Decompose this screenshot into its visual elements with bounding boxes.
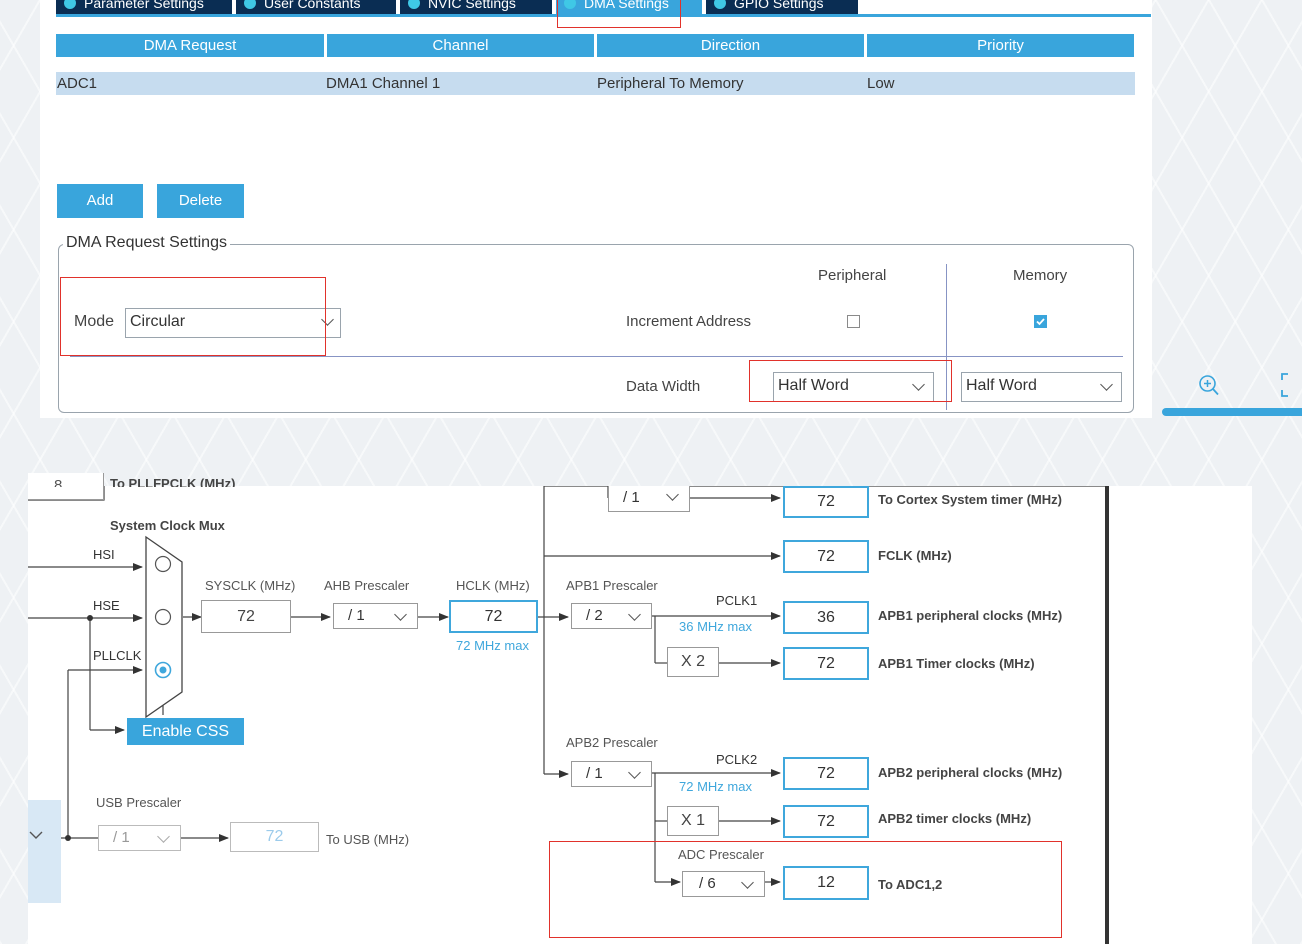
apb2-timer-multiplier: X 1 [667,806,719,836]
cortex-timer-divider-select[interactable]: / 1 [608,486,690,512]
cortex-timer-divider-value: / 1 [623,489,640,506]
check-icon [408,0,420,9]
memory-data-width-select[interactable]: Half Word [961,372,1122,402]
pclk1-max-label: 36 MHz max [679,619,752,634]
apb2-timer-label: APB2 timer clocks (MHz) [878,811,1032,826]
column-header-priority[interactable]: Priority [867,34,1134,57]
increment-peripheral-checkbox[interactable] [847,315,860,328]
dma-tab-highlight [557,0,681,28]
cortex-timer-output-box: 72 [783,486,869,518]
mode-highlight [60,277,326,356]
pllfpclk-label: To PLLFPCLK (MHz) [110,477,236,487]
pllclk-label: PLLCLK [93,648,142,663]
memory-data-width-value: Half Word [966,377,1037,394]
column-header-direction[interactable]: Direction [597,34,864,57]
sysclk-label: SYSCLK (MHz) [205,578,296,593]
apb2-peripheral-label: APB2 peripheral clocks (MHz) [878,765,1063,780]
sysclk-value-box: 72 [201,600,291,633]
cell-channel: DMA1 Channel 1 [326,75,441,92]
tab-nvic-settings[interactable]: NVIC Settings [400,0,552,15]
apb1-prescaler-select[interactable]: / 2 [571,603,652,629]
usb-prescaler-value: / 1 [113,829,130,846]
zoom-in-icon[interactable] [1198,373,1220,397]
cortex-timer-label: To Cortex System timer (MHz) [878,492,1062,507]
hsi-label: HSI [93,547,115,562]
adc-prescaler-highlight [549,841,1062,938]
pclk2-label: PCLK2 [716,752,758,767]
hse-label: HSE [93,598,120,613]
chevron-down-icon [666,488,679,501]
hsi-radio[interactable] [155,556,171,572]
usb-prescaler-select[interactable]: / 1 [98,825,181,851]
apb1-timer-label: APB1 Timer clocks (MHz) [878,656,1035,671]
apb2-peripheral-output-box: 72 [783,757,869,790]
apb2-prescaler-value: / 1 [586,765,603,782]
apb1-peripheral-output-box: 36 [783,601,869,634]
fclk-output-box: 72 [783,540,869,573]
row-divider [70,356,1123,357]
ahb-prescaler-value: / 1 [348,607,365,624]
chevron-down-icon [394,608,407,621]
apb1-prescaler-label: APB1 Prescaler [566,578,658,593]
cell-direction: Peripheral To Memory [597,75,744,92]
increment-address-label: Increment Address [626,313,752,330]
ahb-prescaler-select[interactable]: / 1 [333,603,418,629]
tab-parameter-settings[interactable]: Parameter Settings [56,0,232,15]
fullscreen-icon[interactable] [1280,372,1302,398]
tab-user-constants[interactable]: User Constants [236,0,396,15]
usb-output-box: 72 [230,822,319,852]
peripheral-column-label: Peripheral [818,267,887,284]
usb-output-label: To USB (MHz) [326,832,410,847]
table-row[interactable] [56,72,1135,95]
fclk-label: FCLK (MHz) [878,548,952,563]
scrollbar[interactable] [1162,408,1302,416]
data-width-highlight [749,360,952,402]
apb1-timer-multiplier: X 2 [667,647,719,677]
pclk2-max-label: 72 MHz max [679,779,752,794]
usb-prescaler-label: USB Prescaler [96,795,182,810]
dma-request-settings-legend: DMA Request Settings [63,234,230,252]
column-header-dma-request[interactable]: DMA Request [56,34,324,57]
apb2-timer-output-box: 72 [783,805,869,838]
add-button[interactable]: Add [57,184,143,218]
enable-css-button[interactable]: Enable CSS [127,718,244,745]
hse-radio[interactable] [155,609,171,625]
increment-memory-checkbox[interactable] [1034,315,1047,328]
enable-css-label: Enable CSS [141,723,230,740]
checkmark-icon [1036,318,1045,326]
chevron-down-icon [1100,378,1113,391]
hclk-max-label: 72 MHz max [456,638,529,653]
chevron-down-icon [628,766,641,779]
delete-button[interactable]: Delete [157,184,244,218]
cell-priority: Low [867,75,895,92]
pllfpclk-value-box[interactable] [28,473,104,500]
check-icon [64,0,76,9]
apb2-prescaler-select[interactable]: / 1 [571,761,652,787]
hclk-label: HCLK (MHz) [456,578,530,593]
chevron-down-icon [628,608,641,621]
cell-dma-request: ADC1 [57,75,98,92]
chevron-down-icon [157,830,170,843]
pllclk-radio[interactable] [155,662,171,678]
hclk-input[interactable]: 72 [449,600,538,633]
apb2-prescaler-label: APB2 Prescaler [566,735,658,750]
pllfpclk-value: 8 [54,479,62,487]
tab-bar: Parameter Settings User Constants NVIC S… [56,0,858,15]
data-width-label: Data Width [626,378,701,395]
check-icon [714,0,726,9]
check-icon [244,0,256,9]
memory-column-label: Memory [1013,267,1068,284]
apb1-peripheral-label: APB1 peripheral clocks (MHz) [878,608,1063,623]
apb1-timer-output-box: 72 [783,647,869,680]
ahb-prescaler-label: AHB Prescaler [324,578,410,593]
pclk1-label: PCLK1 [716,593,758,608]
system-clock-mux-label: System Clock Mux [110,518,225,533]
column-header-channel[interactable]: Channel [327,34,594,57]
apb1-prescaler-value: / 2 [586,607,603,624]
tab-gpio-settings[interactable]: GPIO Settings [706,0,858,15]
